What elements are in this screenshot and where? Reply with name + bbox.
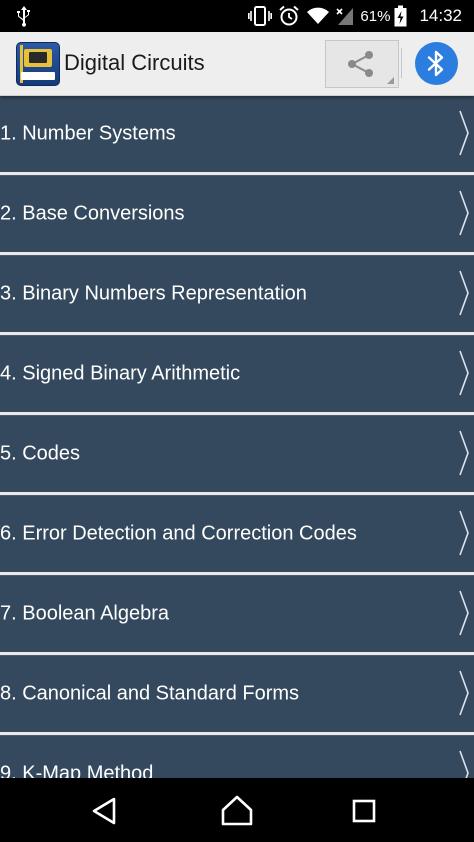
chevron-right-icon	[459, 750, 469, 778]
battery-icon	[394, 5, 407, 27]
chevron-right-icon	[459, 430, 469, 476]
topic-list: 1. Number Systems 2. Base Conversions 3.…	[0, 95, 474, 778]
bluetooth-icon	[427, 50, 444, 77]
app-bar: Digital Circuits	[0, 32, 474, 96]
chevron-right-icon	[459, 510, 469, 556]
list-item-label: 3. Binary Numbers Representation	[0, 282, 307, 305]
navigation-bar	[0, 778, 474, 842]
alarm-icon	[278, 5, 300, 27]
list-item[interactable]: 9. K-Map Method	[0, 735, 474, 778]
list-item-label: 8. Canonical and Standard Forms	[0, 682, 300, 705]
battery-percent: 61%	[360, 7, 391, 25]
clock: 14:32	[419, 6, 462, 25]
chevron-right-icon	[459, 670, 469, 716]
list-item[interactable]: 3. Binary Numbers Representation	[0, 255, 474, 332]
share-button[interactable]	[325, 40, 399, 88]
list-item[interactable]: 6. Error Detection and Correction Codes	[0, 495, 474, 572]
list-item-label: 7. Boolean Algebra	[0, 602, 170, 625]
list-item-label: 6. Error Detection and Correction Codes	[0, 522, 357, 545]
list-item[interactable]: 1. Number Systems	[0, 95, 474, 172]
chevron-right-icon	[459, 110, 469, 156]
chevron-right-icon	[459, 190, 469, 236]
chevron-right-icon	[459, 270, 469, 316]
list-item-label: 1. Number Systems	[0, 122, 176, 145]
signal-icon	[336, 5, 354, 27]
phone-screen: 61% 14:32 Digital Circuits 1. Number Sys…	[0, 0, 474, 842]
list-item[interactable]: 4. Signed Binary Arithmetic	[0, 335, 474, 412]
list-item[interactable]: 5. Codes	[0, 415, 474, 492]
home-button[interactable]	[220, 794, 254, 828]
list-item-label: 9. K-Map Method	[0, 762, 154, 779]
toolbar-divider	[401, 48, 402, 78]
vibrate-icon	[248, 5, 273, 27]
list-item[interactable]: 7. Boolean Algebra	[0, 575, 474, 652]
list-item-label: 4. Signed Binary Arithmetic	[0, 362, 241, 385]
usb-icon	[14, 5, 34, 27]
app-logo-icon	[16, 42, 60, 86]
list-item[interactable]: 8. Canonical and Standard Forms	[0, 655, 474, 732]
status-bar: 61% 14:32	[0, 0, 474, 32]
bluetooth-button[interactable]	[415, 42, 458, 85]
chevron-right-icon	[459, 590, 469, 636]
chevron-right-icon	[459, 350, 469, 396]
home-icon	[221, 795, 253, 826]
share-icon	[348, 51, 373, 77]
recents-icon	[352, 799, 376, 823]
app-title: Digital Circuits	[64, 50, 205, 75]
recents-button[interactable]	[347, 794, 381, 828]
back-button[interactable]	[88, 794, 122, 828]
list-item[interactable]: 2. Base Conversions	[0, 175, 474, 252]
list-item-label: 5. Codes	[0, 442, 81, 465]
list-item-label: 2. Base Conversions	[0, 202, 185, 225]
back-icon	[92, 797, 116, 825]
wifi-icon	[306, 5, 330, 27]
